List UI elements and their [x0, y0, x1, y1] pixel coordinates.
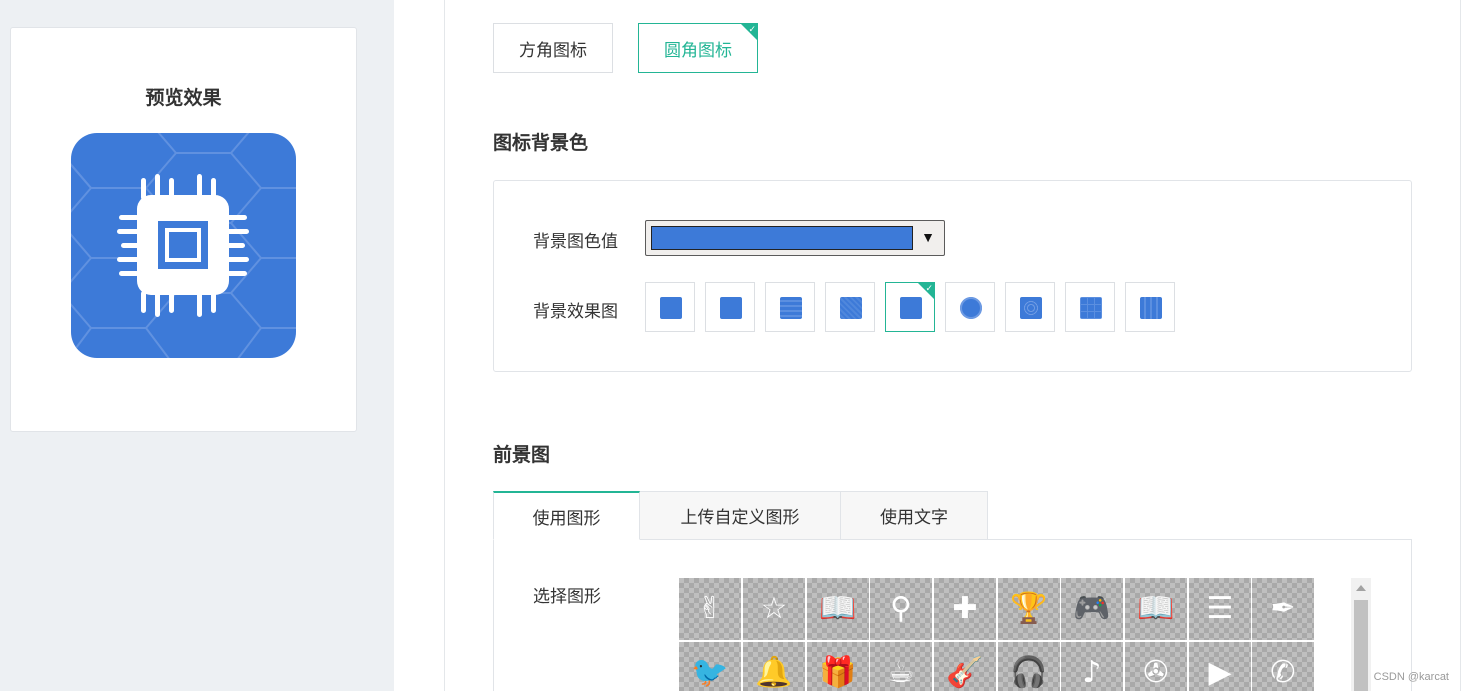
music-note-icon: ♪: [1082, 655, 1102, 690]
shape-cell[interactable]: ✌: [679, 578, 741, 640]
puzzle-icon: ✚: [952, 591, 978, 626]
watermark: CSDN @karcat: [1373, 671, 1449, 683]
shape-cell[interactable]: ☰: [1189, 578, 1251, 640]
effect-swatch: [960, 297, 982, 319]
content-right-border: [1460, 0, 1461, 691]
shape-cell[interactable]: 🎸: [934, 642, 996, 691]
star-icon: ☆: [760, 591, 788, 626]
shape-cell[interactable]: ✇: [1125, 642, 1187, 691]
headphones-icon: 🎧: [1010, 655, 1048, 690]
effect-swatch: [840, 297, 862, 319]
reader-icon: 📖: [819, 591, 857, 626]
background-color-label: 背景图色值: [533, 232, 618, 251]
select-shape-label: 选择图形: [533, 587, 601, 606]
scroll-up-arrow-icon[interactable]: [1356, 585, 1366, 591]
background-color-picker[interactable]: ▼: [645, 220, 945, 256]
shape-cell[interactable]: ♪: [1061, 642, 1123, 691]
shape-cell[interactable]: ▶: [1189, 642, 1251, 691]
trophy-icon: 🏆: [1010, 591, 1048, 626]
shape-cell[interactable]: ✆: [1252, 642, 1314, 691]
tab-upload-custom-shape[interactable]: 上传自定义图形: [639, 491, 841, 540]
preview-sidebar: 预览效果: [0, 0, 394, 691]
shape-cell[interactable]: 🎮: [1061, 578, 1123, 640]
effect-option-circles[interactable]: [1005, 282, 1055, 332]
guitar-icon: 🎸: [946, 655, 984, 690]
effect-option-hexagon[interactable]: ✓: [885, 282, 935, 332]
gamepad-icon: 🎮: [1073, 591, 1111, 626]
effect-swatch: [780, 297, 802, 319]
effect-swatch: [1080, 297, 1102, 319]
service-bell-icon: 🔔: [755, 655, 793, 690]
shape-cell[interactable]: ☆: [743, 578, 805, 640]
effect-swatch: [720, 297, 742, 319]
effect-swatch: [660, 297, 682, 319]
rounded-icon-option-label: 圆角图标: [664, 40, 732, 60]
scroll-thumb[interactable]: [1354, 600, 1368, 691]
effect-option-stripes[interactable]: [1125, 282, 1175, 332]
preview-title: 预览效果: [145, 88, 222, 109]
shape-cell[interactable]: 🔔: [743, 642, 805, 691]
shape-cell[interactable]: 🏆: [998, 578, 1060, 640]
coffee-cup-icon: ☕: [887, 655, 915, 690]
shape-cell[interactable]: ✒: [1252, 578, 1314, 640]
effect-option-plain-2[interactable]: [705, 282, 755, 332]
shape-cell[interactable]: 🐦: [679, 642, 741, 691]
effect-swatch: [1020, 297, 1042, 319]
effect-swatch: [900, 297, 922, 319]
preview-icon: [71, 133, 296, 358]
effect-option-grid[interactable]: [1065, 282, 1115, 332]
shape-cell[interactable]: 📖: [807, 578, 869, 640]
shape-cell[interactable]: ⚲: [870, 578, 932, 640]
tie-icon: ⚲: [890, 591, 912, 626]
shape-cell[interactable]: ☕: [870, 642, 932, 691]
shape-cell[interactable]: 🎁: [807, 642, 869, 691]
open-book-icon: 📖: [1137, 591, 1175, 626]
feather-icon: ✒: [1270, 591, 1296, 626]
effect-option-grain[interactable]: [825, 282, 875, 332]
play-button-icon: ▶: [1208, 655, 1232, 690]
shape-grid-scrollbar[interactable]: [1351, 578, 1371, 691]
square-icon-option[interactable]: 方角图标: [493, 23, 613, 73]
effect-swatch: [1140, 297, 1162, 319]
shape-cell[interactable]: ✚: [934, 578, 996, 640]
tab-use-text[interactable]: 使用文字: [840, 491, 988, 540]
color-swatch: [651, 226, 913, 250]
gift-icon: 🎁: [819, 655, 857, 690]
book-stack-icon: ☰: [1206, 591, 1234, 626]
effect-option-waves[interactable]: [765, 282, 815, 332]
background-effect-label: 背景效果图: [533, 302, 618, 321]
shape-cell[interactable]: 🎧: [998, 642, 1060, 691]
bird-icon: 🐦: [691, 655, 729, 690]
phone-icon: ✆: [1270, 655, 1296, 690]
film-reel-icon: ✇: [1143, 655, 1169, 690]
cpu-chip-icon: [117, 174, 249, 317]
peace-hand-icon: ✌: [697, 591, 723, 626]
effect-option-flower[interactable]: [945, 282, 995, 332]
check-icon: ✓: [925, 283, 933, 293]
preview-card: 预览效果: [10, 27, 357, 432]
content-left-border: [444, 0, 445, 691]
rounded-icon-option[interactable]: 圆角图标 ✓: [638, 23, 758, 73]
check-icon: ✓: [748, 24, 756, 34]
foreground-section-title: 前景图: [493, 445, 551, 466]
background-section-title: 图标背景色: [493, 133, 589, 154]
shape-cell[interactable]: 📖: [1125, 578, 1187, 640]
effect-option-plain-1[interactable]: [645, 282, 695, 332]
background-settings-box: [493, 180, 1412, 372]
dropdown-arrow-icon: ▼: [921, 229, 935, 245]
shape-icon-grid: ✌ ☆ 📖 ⚲ ✚ 🏆 🎮 📖 ☰ ✒ 🐦 🔔 🎁 ☕ 🎸 🎧 ♪ ✇ ▶ ✆: [679, 578, 1316, 691]
tab-use-shape[interactable]: 使用图形: [493, 491, 640, 540]
